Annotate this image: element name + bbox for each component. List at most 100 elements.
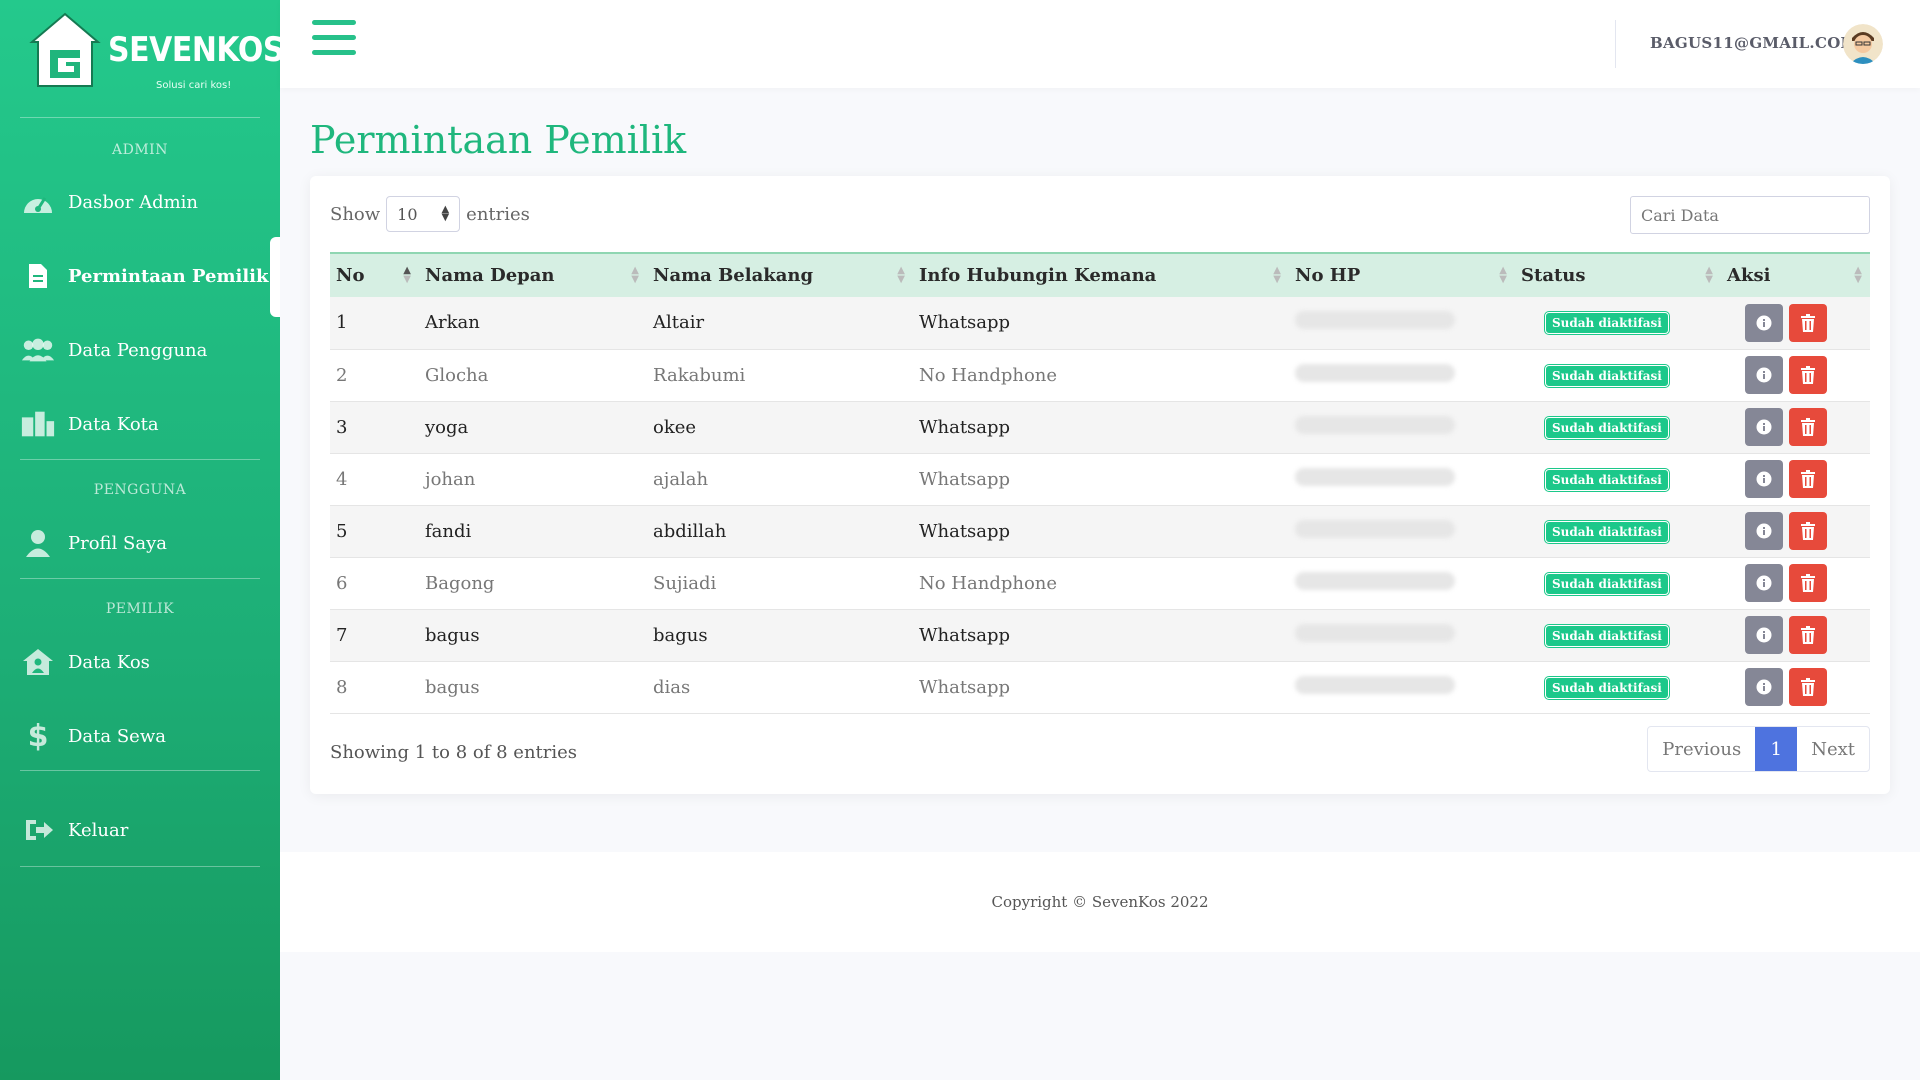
delete-button[interactable] [1789, 616, 1827, 654]
detail-button[interactable] [1745, 356, 1783, 394]
sidebar-item-keluar[interactable]: Keluar [0, 795, 280, 865]
dashboard-icon [20, 186, 56, 218]
info-icon [1756, 419, 1772, 435]
column-header-info-hubungin[interactable]: Info Hubungin Kemana ▲ ▼ [913, 252, 1289, 297]
delete-button[interactable] [1789, 564, 1827, 602]
sort-icon: ▲ ▼ [897, 265, 905, 285]
redacted-phone [1295, 311, 1455, 330]
status-badge: Sudah diaktifasi [1545, 312, 1669, 335]
sort-icon: ▲ ▼ [403, 265, 411, 285]
table-row: 4 johan ajalah Whatsapp Sudah diaktifasi [330, 453, 1870, 506]
sort-icon: ▲ ▼ [1273, 265, 1281, 285]
cell-no: 3 [330, 401, 419, 454]
column-header-no-hp[interactable]: No HP ▲ ▼ [1289, 252, 1515, 297]
column-header-aksi[interactable]: Aksi ▲ ▼ [1721, 252, 1870, 297]
sort-icon: ▲ ▼ [631, 265, 639, 285]
page-title: Permintaan Pemilik [310, 118, 687, 162]
cell-no: 6 [330, 557, 419, 610]
detail-button[interactable] [1745, 303, 1783, 342]
info-icon [1756, 679, 1772, 695]
detail-button[interactable] [1745, 408, 1783, 446]
sidebar-item-data-sewa[interactable]: $ Data Sewa [0, 701, 280, 771]
sidebar-item-data-kos[interactable]: Data Kos [0, 627, 280, 697]
show-label: Show [330, 203, 381, 225]
cell-phone [1289, 401, 1515, 454]
cell-actions [1721, 453, 1870, 506]
cell-contact: Whatsapp [913, 297, 1289, 350]
trash-icon [1801, 418, 1815, 436]
sidebar-divider [20, 866, 260, 867]
sidebar-item-data-pengguna[interactable]: Data Pengguna [0, 315, 280, 385]
delete-button[interactable] [1789, 460, 1827, 498]
pagination-page-1[interactable]: 1 [1755, 727, 1798, 771]
page-length-select[interactable]: 10 ▲ ▼ [386, 196, 461, 232]
sidebar-item-label: Profil Saya [68, 532, 167, 554]
status-badge: Sudah diaktifasi [1545, 416, 1669, 439]
status-badge: Sudah diaktifasi [1545, 468, 1669, 491]
table-row: 3 yoga okee Whatsapp Sudah diaktifasi [330, 401, 1870, 454]
file-icon [20, 260, 56, 292]
cell-status: Sudah diaktifasi [1515, 609, 1721, 662]
redacted-phone [1295, 675, 1455, 694]
cell-status: Sudah diaktifasi [1515, 505, 1721, 558]
trash-icon [1801, 470, 1815, 488]
sidebar-item-label: Data Pengguna [68, 339, 208, 361]
cell-contact: Whatsapp [913, 505, 1289, 558]
delete-button[interactable] [1789, 668, 1827, 706]
column-header-no[interactable]: No ▲ ▼ [330, 252, 419, 297]
detail-button[interactable] [1745, 512, 1783, 550]
cell-status: Sudah diaktifasi [1515, 297, 1721, 350]
sidebar-item-label: Keluar [68, 819, 129, 841]
cell-last-name: okee [647, 401, 913, 454]
detail-button[interactable] [1745, 668, 1783, 706]
column-header-nama-depan[interactable]: Nama Depan ▲ ▼ [419, 252, 647, 297]
avatar[interactable] [1843, 24, 1883, 64]
status-badge: Sudah diaktifasi [1545, 364, 1669, 387]
cell-last-name: Rakabumi [647, 349, 913, 402]
cell-last-name: abdillah [647, 505, 913, 558]
table-row: 8 bagus dias Whatsapp Sudah diaktifasi [330, 661, 1870, 714]
detail-button[interactable] [1745, 564, 1783, 602]
cell-actions [1721, 609, 1870, 662]
sidebar-item-permintaan-pemilik[interactable]: Permintaan Pemilik [0, 241, 280, 311]
user-icon [20, 527, 56, 559]
search-input[interactable] [1630, 196, 1870, 234]
detail-button[interactable] [1745, 460, 1783, 498]
sidebar-item-data-kota[interactable]: Data Kota [0, 389, 280, 459]
redacted-phone [1295, 363, 1455, 382]
delete-button[interactable] [1789, 303, 1827, 342]
redacted-phone [1295, 623, 1455, 642]
sidebar-item-label: Data Sewa [68, 725, 166, 747]
trash-icon [1801, 678, 1815, 696]
detail-button[interactable] [1745, 616, 1783, 654]
cell-actions [1721, 297, 1870, 350]
redacted-phone [1295, 519, 1455, 538]
cell-contact: No Handphone [913, 349, 1289, 402]
cell-first-name: johan [419, 453, 647, 506]
pagination-next[interactable]: Next [1797, 727, 1869, 771]
cell-contact: Whatsapp [913, 609, 1289, 662]
status-badge: Sudah diaktifasi [1545, 676, 1669, 699]
user-email[interactable]: BAGUS11@GMAIL.COM [1650, 34, 1857, 52]
info-icon [1756, 471, 1772, 487]
column-header-status[interactable]: Status ▲ ▼ [1515, 252, 1721, 297]
select-arrows-icon: ▲ ▼ [441, 204, 450, 223]
cell-first-name: bagus [419, 609, 647, 662]
brand[interactable]: SEVENKOS Solusi cari kos! [28, 10, 284, 100]
redacted-phone [1295, 467, 1455, 486]
delete-button[interactable] [1789, 512, 1827, 550]
cell-status: Sudah diaktifasi [1515, 453, 1721, 506]
city-icon [20, 408, 56, 440]
delete-button[interactable] [1789, 408, 1827, 446]
delete-button[interactable] [1789, 356, 1827, 394]
column-header-nama-belakang[interactable]: Nama Belakang ▲ ▼ [647, 252, 913, 297]
pagination-previous[interactable]: Previous [1648, 727, 1755, 771]
sidebar-item-label: Permintaan Pemilik [68, 265, 269, 287]
cell-phone [1289, 557, 1515, 610]
sidebar-item-label: Data Kos [68, 651, 150, 673]
sidebar-item-dasbor-admin[interactable]: Dasbor Admin [0, 167, 280, 237]
sidebar-divider [20, 770, 260, 771]
redacted-phone [1295, 415, 1455, 434]
menu-toggle-icon[interactable] [312, 20, 356, 60]
sidebar-item-profil-saya[interactable]: Profil Saya [0, 508, 280, 578]
